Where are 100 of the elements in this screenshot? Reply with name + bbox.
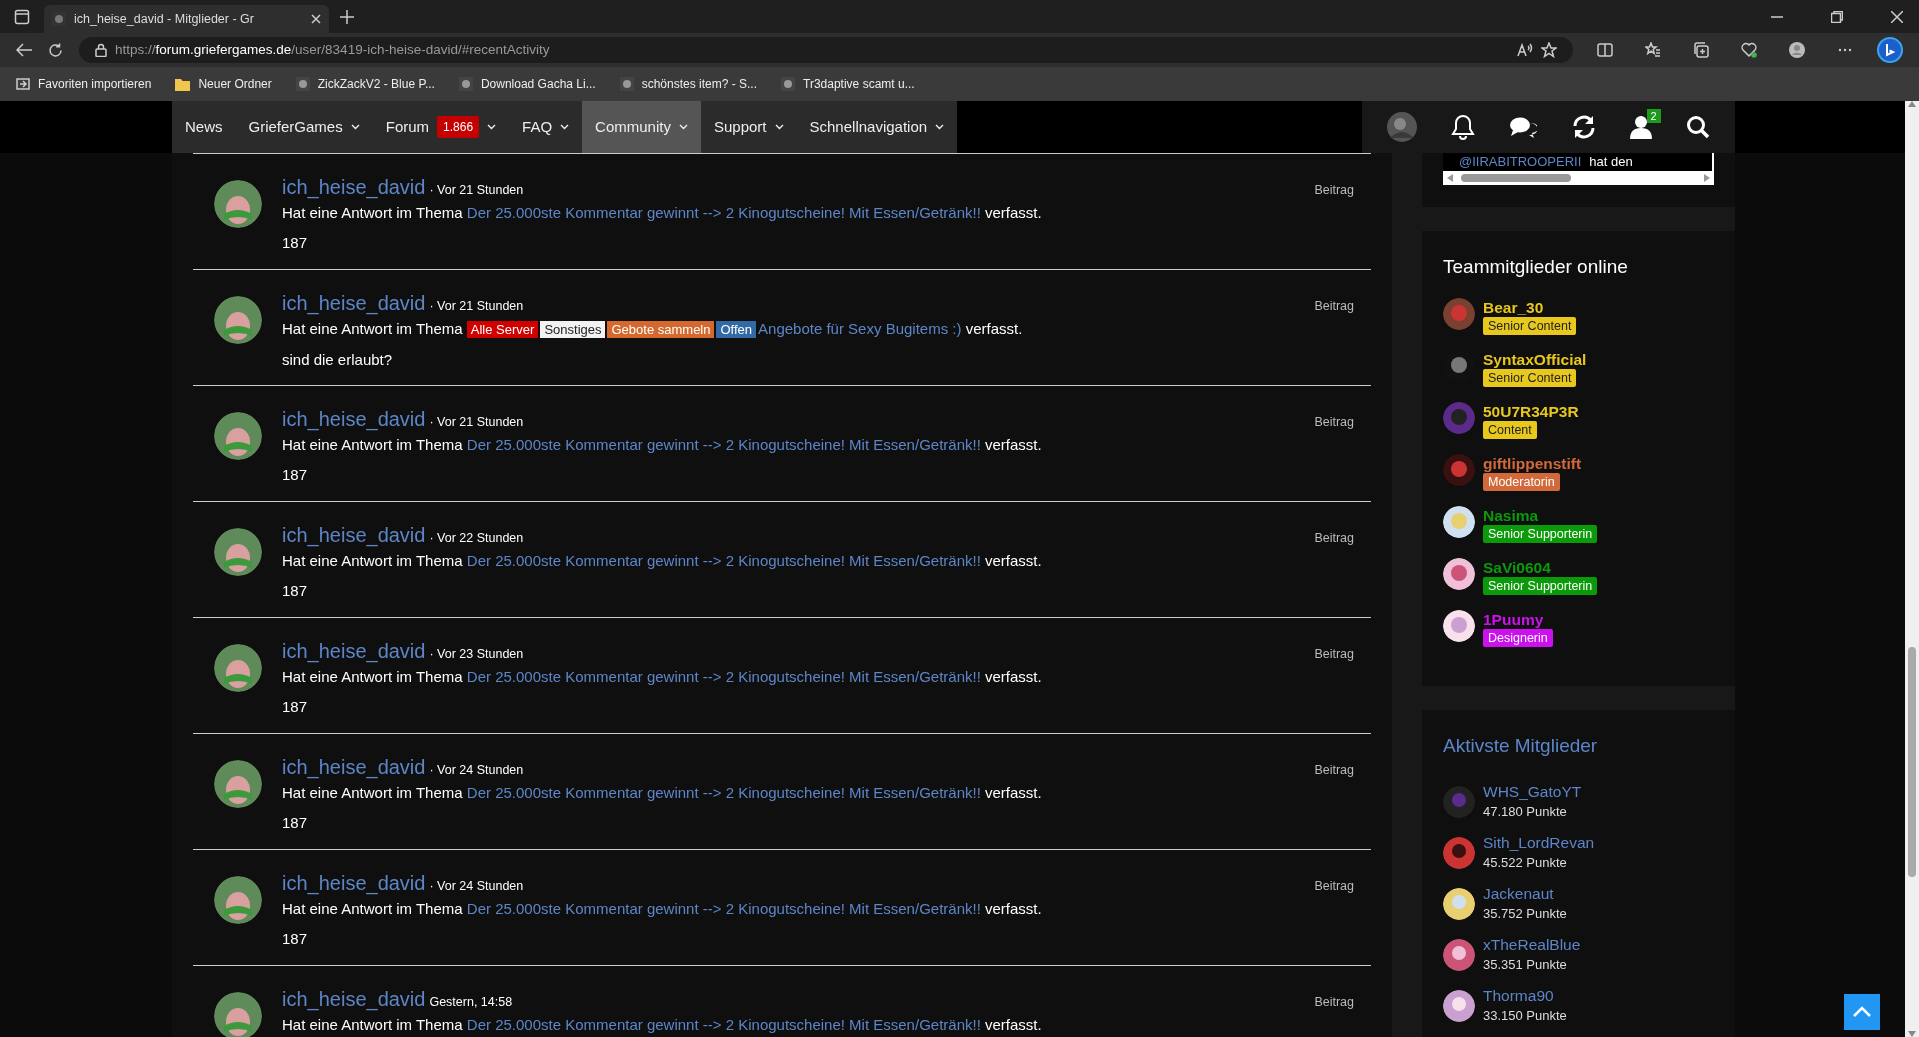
scroll-to-top-button[interactable] [1844,994,1880,1030]
split-screen-icon[interactable] [1597,42,1613,58]
mention-link[interactable]: @IIRABITROOPERII [1459,153,1582,171]
topic-link[interactable]: Der 25.000ste Kommentar gewinnt --> 2 Kinogutscheine! Mit Essen/Getränk!! [466,784,981,801]
search-icon[interactable] [1685,115,1710,139]
avatar [214,760,262,808]
activity-type: Beitrag [1314,530,1354,547]
username-link[interactable]: ich_heise_david [282,752,426,782]
member-name[interactable]: SyntaxOfficial [1483,349,1587,369]
menu-item[interactable]: News [172,101,236,153]
site-icon [781,77,796,91]
site-icon [295,77,310,91]
member-name[interactable]: Nasima [1483,505,1539,525]
scrollbar-thumb[interactable] [1461,174,1571,182]
role-label: Senior Supporterin [1483,524,1598,543]
scroll-left-icon[interactable] [1447,174,1453,182]
topic-link[interactable]: Der 25.000ste Kommentar gewinnt --> 2 Kinogutscheine! Mit Essen/Getränk!! [466,204,981,221]
refresh-icon[interactable] [48,42,63,58]
read-aloud-icon[interactable] [1517,43,1533,57]
username-link[interactable]: ich_heise_david [282,172,426,202]
member-name[interactable]: giftlippenstift [1483,453,1582,473]
topic-link[interactable]: Der 25.000ste Kommentar gewinnt --> 2 Kinogutscheine! Mit Essen/Getränk!! [466,900,981,917]
bookmark-item[interactable]: Neuer Ordner [175,75,272,93]
avatar [1443,505,1475,538]
scroll-right-icon[interactable] [1704,174,1710,182]
chat-bubbles-icon[interactable] [1509,115,1538,139]
new-tab-icon[interactable] [340,9,354,24]
restore-icon[interactable] [1831,10,1843,23]
username-link[interactable]: ich_heise_david [282,636,426,666]
role-label: Senior Supporterin [1483,576,1598,595]
menu-item[interactable]: Support [700,101,797,153]
topic-link[interactable]: Der 25.000ste Kommentar gewinnt --> 2 Kinogutscheine! Mit Essen/Getränk!! [466,552,981,569]
member-name[interactable]: WHS_GatoYT [1483,781,1582,802]
address-bar[interactable]: https://forum.griefergames.de/user/83419-ich-heise-david/#recentActivity [79,37,1573,63]
member-name[interactable]: Thorma90 [1483,985,1567,1006]
post-excerpt: 187 [282,465,309,485]
browser-tab[interactable]: ich_heise_david - Mitglieder - Gr [44,5,329,33]
post-excerpt: 187 [282,581,309,601]
member-name[interactable]: Bear_30 [1483,297,1544,317]
close-icon[interactable] [1891,10,1903,23]
menu-item[interactable]: Schnellnavigation [796,101,958,153]
profile-icon[interactable] [1789,42,1805,58]
role-label: Senior Content [1483,316,1577,335]
member-name[interactable]: Jackenaut [1483,883,1567,904]
back-icon[interactable] [16,43,32,57]
scrollbar-thumb[interactable] [1908,647,1916,877]
avatar [1443,887,1475,920]
sync-icon[interactable] [1571,115,1596,139]
topic-link[interactable]: Angebote für Sexy Bugitems :) [758,320,962,337]
member-name[interactable]: Sith_LordRevan [1483,832,1595,853]
username-link[interactable]: ich_heise_david [282,404,426,434]
member-name[interactable]: 1Puumy [1483,609,1544,629]
avatar [214,296,262,344]
user-avatar[interactable] [1387,112,1418,142]
close-icon[interactable] [311,14,321,24]
favorites-icon[interactable] [1645,42,1661,58]
user-icon[interactable] [1629,115,1652,139]
post-excerpt: sind die erlaubt? [282,350,394,370]
activity-type: Beitrag [1314,762,1354,779]
member-name[interactable]: SaVi0604 [1483,557,1551,577]
scrollbar[interactable] [1905,101,1919,1037]
bell-icon[interactable] [1451,114,1476,140]
activity-type: Beitrag [1314,414,1354,431]
bookmark-item[interactable]: Favoriten importieren [16,75,152,93]
username-link[interactable]: ich_heise_david [282,984,426,1014]
prefix-label: Offen [716,321,757,338]
member-name[interactable]: xTheRealBlue [1483,934,1581,955]
post-excerpt: 187 [282,929,309,949]
import-icon [16,77,30,91]
activity-text: Hat eine Antwort im Thema Der 25.000ste Kommentar gewinnt --> 2 Kinogutscheine! Mit Essen/Getränk!! verfasst. [282,435,1043,455]
activity-text: Hat eine Antwort im Thema Der 25.000ste Kommentar gewinnt --> 2 Kinogutscheine! Mit Essen/Getränk!! verfasst. [282,783,1043,803]
bookmark-item[interactable]: Tr3daptive scamt u... [781,75,915,93]
count-badge: 1.866 [437,116,480,138]
activity-type: Beitrag [1314,182,1354,199]
favorite-star-icon[interactable] [1541,42,1557,58]
menu-item[interactable]: Community [582,101,701,153]
panel-title: Aktivste Mitglieder [1443,733,1599,758]
topic-link[interactable]: Der 25.000ste Kommentar gewinnt --> 2 Kinogutscheine! Mit Essen/Getränk!! [466,1016,981,1033]
menu-item[interactable]: Forum 1.866 [372,101,510,153]
prefix-label: Sonstiges [540,321,606,338]
bing-chat-icon[interactable] [1877,37,1903,63]
bookmark-item[interactable]: Download Gacha Li... [458,75,596,93]
username-link[interactable]: ich_heise_david [282,868,426,898]
avatar [214,528,262,576]
collections-icon[interactable] [1693,42,1709,58]
topic-link[interactable]: Der 25.000ste Kommentar gewinnt --> 2 Kinogutscheine! Mit Essen/Getränk!! [466,436,981,453]
count-badge: 2 [1646,109,1661,123]
topic-link[interactable]: Der 25.000ste Kommentar gewinnt --> 2 Kinogutscheine! Mit Essen/Getränk!! [466,668,981,685]
menu-item[interactable]: GrieferGames [235,101,373,153]
tab-title: ich_heise_david - Mitglieder - Gr [74,10,255,28]
menu-item[interactable]: FAQ [509,101,583,153]
username-link[interactable]: ich_heise_david [282,288,426,318]
member-name[interactable]: 50U7R34P3R [1483,401,1579,421]
heart-icon[interactable] [1741,42,1757,58]
scroll-down-icon[interactable] [1908,1031,1916,1037]
avatar [214,180,262,228]
bookmark-item[interactable]: ZickZackV2 - Blue P... [295,75,435,93]
tab-actions-icon[interactable] [14,8,30,25]
bookmark-item[interactable]: schönstes item? - S... [619,75,758,93]
username-link[interactable]: ich_heise_david [282,520,426,550]
